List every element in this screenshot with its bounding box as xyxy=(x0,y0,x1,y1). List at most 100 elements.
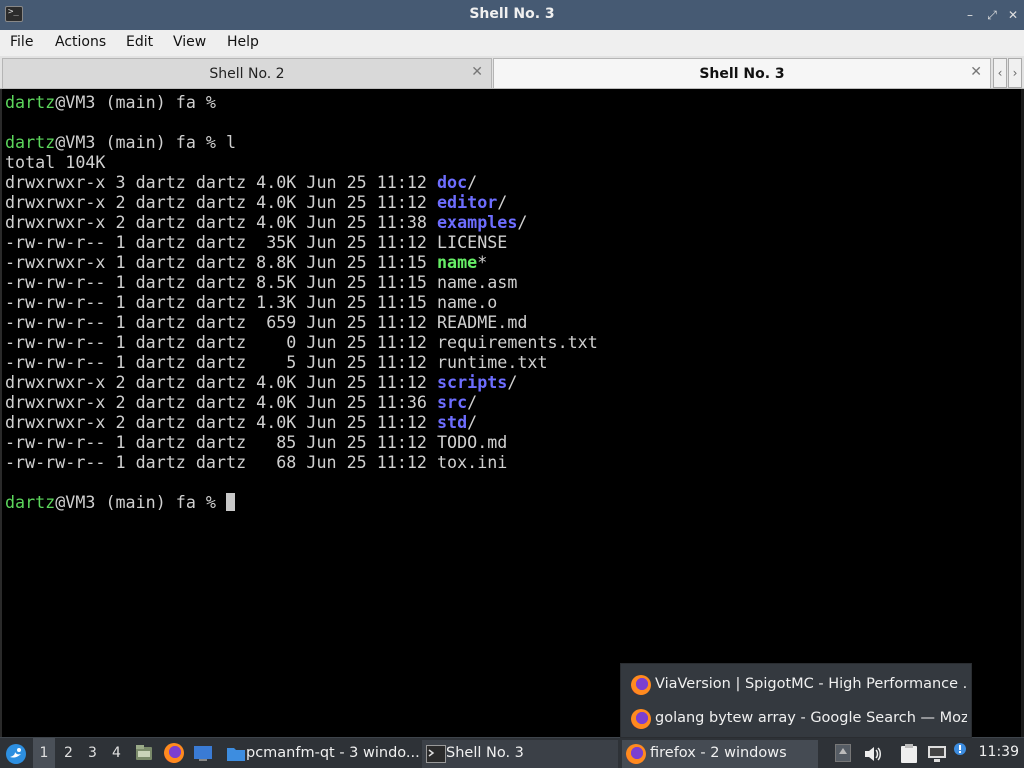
listing-row: drwxrwxr-x 2 dartz dartz 4.0K Jun 25 11:… xyxy=(5,192,507,212)
listing-row: -rw-rw-r-- 1 dartz dartz 5 Jun 25 11:12 … xyxy=(5,352,548,372)
file-meta: -rw-rw-r-- 1 dartz dartz 35K Jun 25 11:1… xyxy=(5,232,438,252)
listing-row: -rw-rw-r-- 1 dartz dartz 659 Jun 25 11:1… xyxy=(5,312,527,332)
file-suffix: / xyxy=(517,212,528,232)
desktop-1-button[interactable]: 1 xyxy=(33,738,55,768)
task-pcmanfm[interactable]: pcmanfm-qt - 3 windo... xyxy=(222,740,420,768)
desktop-launcher-icon[interactable] xyxy=(193,743,213,763)
file-suffix: / xyxy=(467,412,478,432)
file-name: src xyxy=(437,392,468,412)
clock[interactable]: 11:39 xyxy=(979,744,1019,760)
firefox-icon xyxy=(631,675,651,695)
popup-item-label: golang bytew array - Google Search — Moz… xyxy=(655,710,967,726)
task-label: firefox - 2 windows xyxy=(650,745,787,761)
listing-row: -rwxrwxr-x 1 dartz dartz 8.8K Jun 25 11:… xyxy=(5,252,487,272)
prompt-user: dartz xyxy=(5,92,56,112)
tab-shell-2[interactable]: Shell No. 2 ✕ xyxy=(2,58,492,88)
tab-bar: Shell No. 2 ✕ Shell No. 3 ✕ ‹ › xyxy=(0,56,1024,89)
file-meta: drwxrwxr-x 2 dartz dartz 4.0K Jun 25 11:… xyxy=(5,412,438,432)
folder-icon xyxy=(227,748,245,761)
file-meta: drwxrwxr-x 2 dartz dartz 4.0K Jun 25 11:… xyxy=(5,192,438,212)
menu-view[interactable]: View xyxy=(173,34,206,50)
file-meta: -rw-rw-r-- 1 dartz dartz 0 Jun 25 11:12 xyxy=(5,332,438,352)
menu-help[interactable]: Help xyxy=(227,34,259,50)
minimize-button[interactable]: – xyxy=(962,7,978,23)
menu-edit[interactable]: Edit xyxy=(126,34,153,50)
file-meta: -rw-rw-r-- 1 dartz dartz 68 Jun 25 11:12 xyxy=(5,452,438,472)
notification-icon[interactable] xyxy=(953,742,967,756)
start-menu-icon[interactable] xyxy=(4,742,28,766)
desktop-4-button[interactable]: 4 xyxy=(112,745,121,761)
clipboard-icon[interactable] xyxy=(900,743,918,764)
window-titlebar[interactable]: >_ Shell No. 3 – ⤢ ✕ xyxy=(0,0,1024,30)
file-name: doc xyxy=(437,172,468,192)
task-label: Shell No. 3 xyxy=(446,745,524,761)
file-meta: drwxrwxr-x 2 dartz dartz 4.0K Jun 25 11:… xyxy=(5,212,438,232)
listing-row: drwxrwxr-x 2 dartz dartz 4.0K Jun 25 11:… xyxy=(5,212,527,232)
prompt-user: dartz xyxy=(5,492,56,512)
listing-row: -rw-rw-r-- 1 dartz dartz 8.5K Jun 25 11:… xyxy=(5,272,517,292)
terminal-view[interactable]: dartz@VM3 (main) fa % dartz@VM3 (main) f… xyxy=(0,89,1021,737)
popup-item-golang[interactable]: golang bytew array - Google Search — Moz… xyxy=(629,703,967,733)
listing-row: -rw-rw-r-- 1 dartz dartz 85 Jun 25 11:12… xyxy=(5,432,507,452)
menu-bar: File Actions Edit View Help xyxy=(0,30,1024,56)
listing-row: -rw-rw-r-- 1 dartz dartz 68 Jun 25 11:12… xyxy=(5,452,507,472)
tab-scroll-right-icon[interactable]: › xyxy=(1008,58,1022,88)
close-button[interactable]: ✕ xyxy=(1005,7,1021,23)
firefox-icon xyxy=(626,744,646,764)
file-suffix: * xyxy=(477,252,488,272)
task-label: pcmanfm-qt - 3 windo... xyxy=(246,745,420,761)
maximize-button[interactable]: ⤢ xyxy=(984,7,1000,23)
task-shell[interactable]: Shell No. 3 xyxy=(422,740,618,768)
file-suffix: / xyxy=(497,192,508,212)
listing-row: -rw-rw-r-- 1 dartz dartz 1.3K Jun 25 11:… xyxy=(5,292,497,312)
tab-shell-3[interactable]: Shell No. 3 ✕ xyxy=(493,58,991,88)
listing-row: drwxrwxr-x 2 dartz dartz 4.0K Jun 25 11:… xyxy=(5,412,477,432)
file-name: tox.ini xyxy=(437,452,508,472)
tray-expand-icon[interactable] xyxy=(835,744,851,762)
listing-row: -rw-rw-r-- 1 dartz dartz 35K Jun 25 11:1… xyxy=(5,232,507,252)
file-meta: -rw-rw-r-- 1 dartz dartz 659 Jun 25 11:1… xyxy=(5,312,438,332)
file-suffix: / xyxy=(467,172,478,192)
listing-row: drwxrwxr-x 3 dartz dartz 4.0K Jun 25 11:… xyxy=(5,172,477,192)
file-manager-launcher-icon[interactable] xyxy=(134,743,154,763)
task-firefox[interactable]: firefox - 2 windows xyxy=(622,740,818,768)
file-meta: -rw-rw-r-- 1 dartz dartz 1.3K Jun 25 11:… xyxy=(5,292,438,312)
network-icon[interactable] xyxy=(927,744,947,764)
firefox-launcher-icon[interactable] xyxy=(164,743,184,763)
file-name: TODO.md xyxy=(437,432,508,452)
menu-actions[interactable]: Actions xyxy=(55,34,106,50)
popup-item-viaversion[interactable]: ViaVersion | SpigotMC - High Performance… xyxy=(629,669,967,699)
desktop-2-button[interactable]: 2 xyxy=(64,745,73,761)
file-name: examples xyxy=(437,212,518,232)
terminal-icon xyxy=(426,745,446,763)
prompt-text: @VM3 (main) fa % xyxy=(55,492,227,512)
menu-file[interactable]: File xyxy=(10,34,33,50)
file-suffix: / xyxy=(467,392,478,412)
prompt-text: @VM3 (main) fa % xyxy=(55,92,227,112)
firefox-window-list-popup: ViaVersion | SpigotMC - High Performance… xyxy=(620,663,972,738)
file-meta: -rw-rw-r-- 1 dartz dartz 5 Jun 25 11:12 xyxy=(5,352,438,372)
listing-row: drwxrwxr-x 2 dartz dartz 4.0K Jun 25 11:… xyxy=(5,392,477,412)
prompt-line: dartz@VM3 (main) fa % l xyxy=(5,132,236,152)
file-meta: -rw-rw-r-- 1 dartz dartz 8.5K Jun 25 11:… xyxy=(5,272,438,292)
tab-scroll-left-icon[interactable]: ‹ xyxy=(993,58,1007,88)
taskbar: 1 2 3 4 pcmanfm-qt - 3 windo... Shell No… xyxy=(0,737,1024,768)
tab-label: Shell No. 3 xyxy=(699,66,785,82)
listing-total: total 104K xyxy=(5,152,106,172)
file-name: name.asm xyxy=(437,272,518,292)
file-name: editor xyxy=(437,192,498,212)
firefox-icon xyxy=(631,709,651,729)
file-name: name xyxy=(437,252,478,272)
tab-close-icon[interactable]: ✕ xyxy=(970,64,982,80)
prompt-user: dartz xyxy=(5,132,56,152)
file-name: README.md xyxy=(437,312,528,332)
popup-item-label: ViaVersion | SpigotMC - High Performance… xyxy=(655,676,967,692)
volume-icon[interactable] xyxy=(863,744,883,764)
file-name: scripts xyxy=(437,372,508,392)
tab-close-icon[interactable]: ✕ xyxy=(471,64,483,80)
file-name: LICENSE xyxy=(437,232,508,252)
prompt-line: dartz@VM3 (main) fa % xyxy=(5,92,226,112)
desktop-3-button[interactable]: 3 xyxy=(88,745,97,761)
listing-row: drwxrwxr-x 2 dartz dartz 4.0K Jun 25 11:… xyxy=(5,372,517,392)
file-meta: drwxrwxr-x 2 dartz dartz 4.0K Jun 25 11:… xyxy=(5,372,438,392)
